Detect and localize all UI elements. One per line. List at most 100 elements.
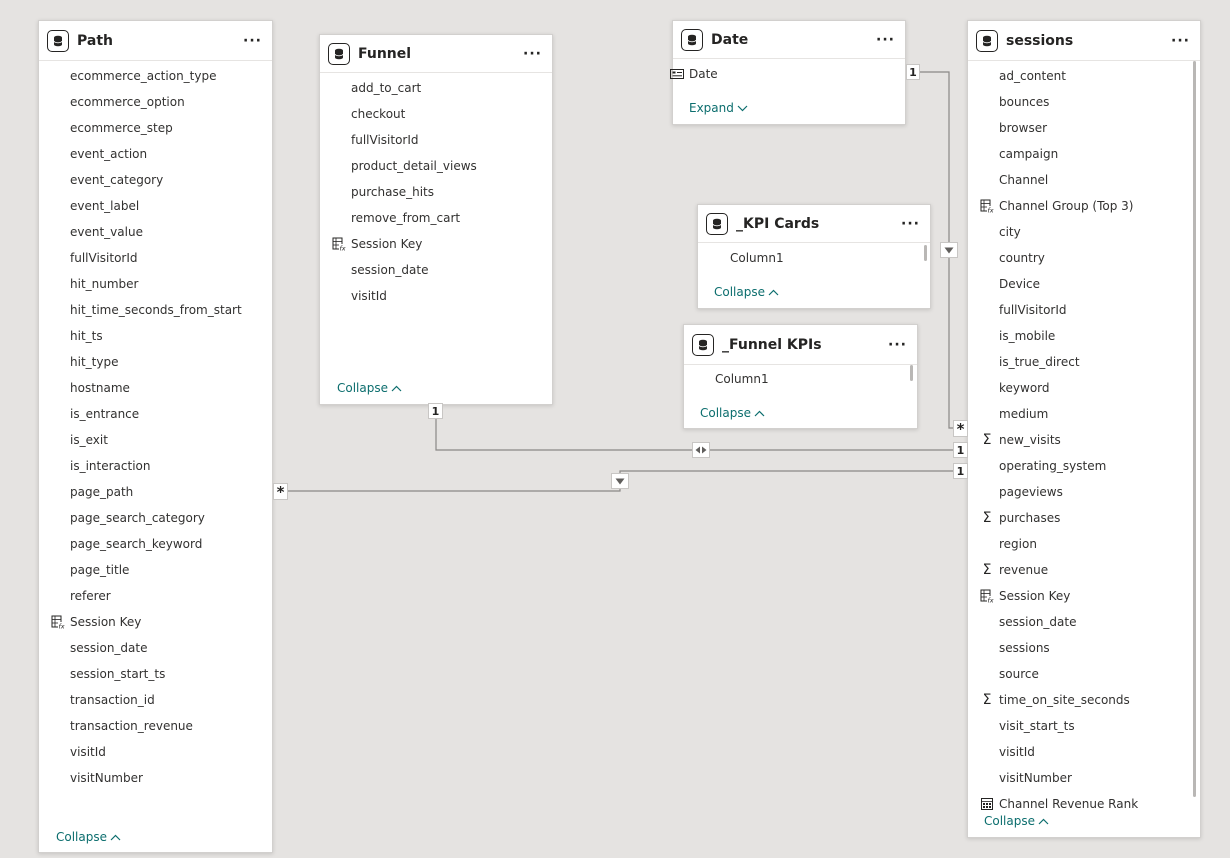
field-row[interactable]: page_search_keyword [39, 531, 272, 557]
field-row[interactable]: event_value [39, 219, 272, 245]
field-row[interactable]: ad_content [968, 63, 1200, 89]
field-row[interactable]: country [968, 245, 1200, 271]
field-row[interactable]: hit_ts [39, 323, 272, 349]
collapse-button[interactable]: Collapse [984, 814, 1049, 828]
field-row[interactable]: city [968, 219, 1200, 245]
field-row[interactable]: is_exit [39, 427, 272, 453]
field-row[interactable]: event_label [39, 193, 272, 219]
collapse-button[interactable]: Collapse [714, 285, 779, 299]
field-row[interactable]: visitId [320, 283, 552, 309]
bidirectional-filter-icon[interactable] [692, 442, 710, 458]
field-row[interactable]: operating_system [968, 453, 1200, 479]
more-options-icon[interactable]: ··· [1171, 34, 1190, 48]
field-row[interactable]: add_to_cart [320, 75, 552, 101]
field-row[interactable]: hit_time_seconds_from_start [39, 297, 272, 323]
expand-button[interactable]: Expand [689, 101, 748, 115]
table-header[interactable]: Funnel ··· [320, 35, 552, 73]
field-row[interactable]: session_date [320, 257, 552, 283]
collapse-button[interactable]: Collapse [56, 830, 121, 844]
field-row[interactable]: fullVisitorId [39, 245, 272, 271]
scrollbar[interactable] [1193, 61, 1196, 797]
field-row[interactable]: Column1 [684, 366, 917, 392]
field-row[interactable]: browser [968, 115, 1200, 141]
field-row[interactable]: visitId [39, 739, 272, 765]
table-header[interactable]: Path ··· [39, 21, 272, 61]
field-row[interactable]: hostname [39, 375, 272, 401]
field-row[interactable]: transaction_revenue [39, 713, 272, 739]
filter-direction-icon[interactable] [611, 473, 629, 489]
field-row[interactable]: Σnew_visits [968, 427, 1200, 453]
table-card-funnel[interactable]: Funnel ··· add_to_cart checkout fullVisito… [319, 34, 553, 405]
field-row[interactable]: is_entrance [39, 401, 272, 427]
field-row[interactable]: Σrevenue [968, 557, 1200, 583]
table-header[interactable]: sessions ··· [968, 21, 1200, 61]
table-card-funnel-kpis[interactable]: _Funnel KPIs ··· Column1 Collapse [683, 324, 918, 429]
field-row[interactable]: visitNumber [39, 765, 272, 791]
field-row[interactable]: Date [670, 61, 905, 87]
field-label: visitNumber [70, 771, 143, 785]
table-card-kpi-cards[interactable]: _KPI Cards ··· Column1 Collapse [697, 204, 931, 309]
field-row[interactable]: fx Session Key [320, 231, 552, 257]
field-row[interactable]: Column1 [698, 245, 930, 271]
field-row[interactable]: visitId [968, 739, 1200, 765]
more-options-icon[interactable]: ··· [876, 33, 895, 47]
field-row[interactable]: page_search_category [39, 505, 272, 531]
table-card-date[interactable]: Date ··· Date Expand [670, 20, 906, 125]
field-row[interactable]: Σtime_on_site_seconds [968, 687, 1200, 713]
field-row[interactable]: session_start_ts [39, 661, 272, 687]
collapse-button[interactable]: Collapse [700, 406, 765, 420]
field-row[interactable]: bounces [968, 89, 1200, 115]
collapse-button[interactable]: Collapse [337, 381, 402, 395]
field-row[interactable]: ecommerce_step [39, 115, 272, 141]
field-row[interactable]: session_date [968, 609, 1200, 635]
more-options-icon[interactable]: ··· [901, 217, 920, 231]
field-row[interactable]: campaign [968, 141, 1200, 167]
field-row[interactable]: source [968, 661, 1200, 687]
field-row[interactable]: event_category [39, 167, 272, 193]
field-row[interactable]: fullVisitorId [320, 127, 552, 153]
field-row[interactable]: page_path [39, 479, 272, 505]
field-row[interactable]: ecommerce_option [39, 89, 272, 115]
field-row[interactable]: purchase_hits [320, 179, 552, 205]
field-row[interactable]: Σpurchases [968, 505, 1200, 531]
field-row[interactable]: is_interaction [39, 453, 272, 479]
field-row[interactable]: hit_type [39, 349, 272, 375]
field-row[interactable]: fx Session Key [968, 583, 1200, 609]
field-row[interactable]: Channel [968, 167, 1200, 193]
field-row[interactable]: fx Session Key [39, 609, 272, 635]
field-row[interactable]: medium [968, 401, 1200, 427]
table-header[interactable]: _Funnel KPIs ··· [684, 325, 917, 365]
scrollbar[interactable] [910, 365, 913, 381]
field-row[interactable]: visitNumber [968, 765, 1200, 791]
field-row[interactable]: ecommerce_action_type [39, 63, 272, 89]
table-header[interactable]: _KPI Cards ··· [698, 205, 930, 243]
more-options-icon[interactable]: ··· [888, 338, 907, 352]
field-row[interactable]: keyword [968, 375, 1200, 401]
field-row[interactable]: pageviews [968, 479, 1200, 505]
filter-direction-icon[interactable] [940, 242, 958, 258]
more-options-icon[interactable]: ··· [243, 34, 262, 48]
field-row[interactable]: Device [968, 271, 1200, 297]
field-row[interactable]: page_title [39, 557, 272, 583]
field-row[interactable]: transaction_id [39, 687, 272, 713]
scrollbar[interactable] [924, 245, 927, 261]
field-row[interactable]: region [968, 531, 1200, 557]
more-options-icon[interactable]: ··· [523, 47, 542, 61]
field-row[interactable]: referer [39, 583, 272, 609]
field-row[interactable]: is_true_direct [968, 349, 1200, 375]
field-row[interactable]: hit_number [39, 271, 272, 297]
field-row[interactable]: is_mobile [968, 323, 1200, 349]
field-row[interactable]: product_detail_views [320, 153, 552, 179]
field-row[interactable]: checkout [320, 101, 552, 127]
table-card-sessions[interactable]: sessions ··· ad_content bounces browser cam… [967, 20, 1201, 838]
table-card-path[interactable]: Path ··· ecommerce_action_type ecommerce_… [38, 20, 273, 853]
field-row[interactable]: event_action [39, 141, 272, 167]
field-row[interactable]: fullVisitorId [968, 297, 1200, 323]
table-header[interactable]: Date ··· [673, 21, 905, 59]
field-row[interactable]: remove_from_cart [320, 205, 552, 231]
field-row[interactable]: visit_start_ts [968, 713, 1200, 739]
field-row[interactable]: fx Channel Group (Top 3) [968, 193, 1200, 219]
field-row[interactable]: session_date [39, 635, 272, 661]
field-row[interactable]: sessions [968, 635, 1200, 661]
table-title: Funnel [358, 45, 412, 62]
